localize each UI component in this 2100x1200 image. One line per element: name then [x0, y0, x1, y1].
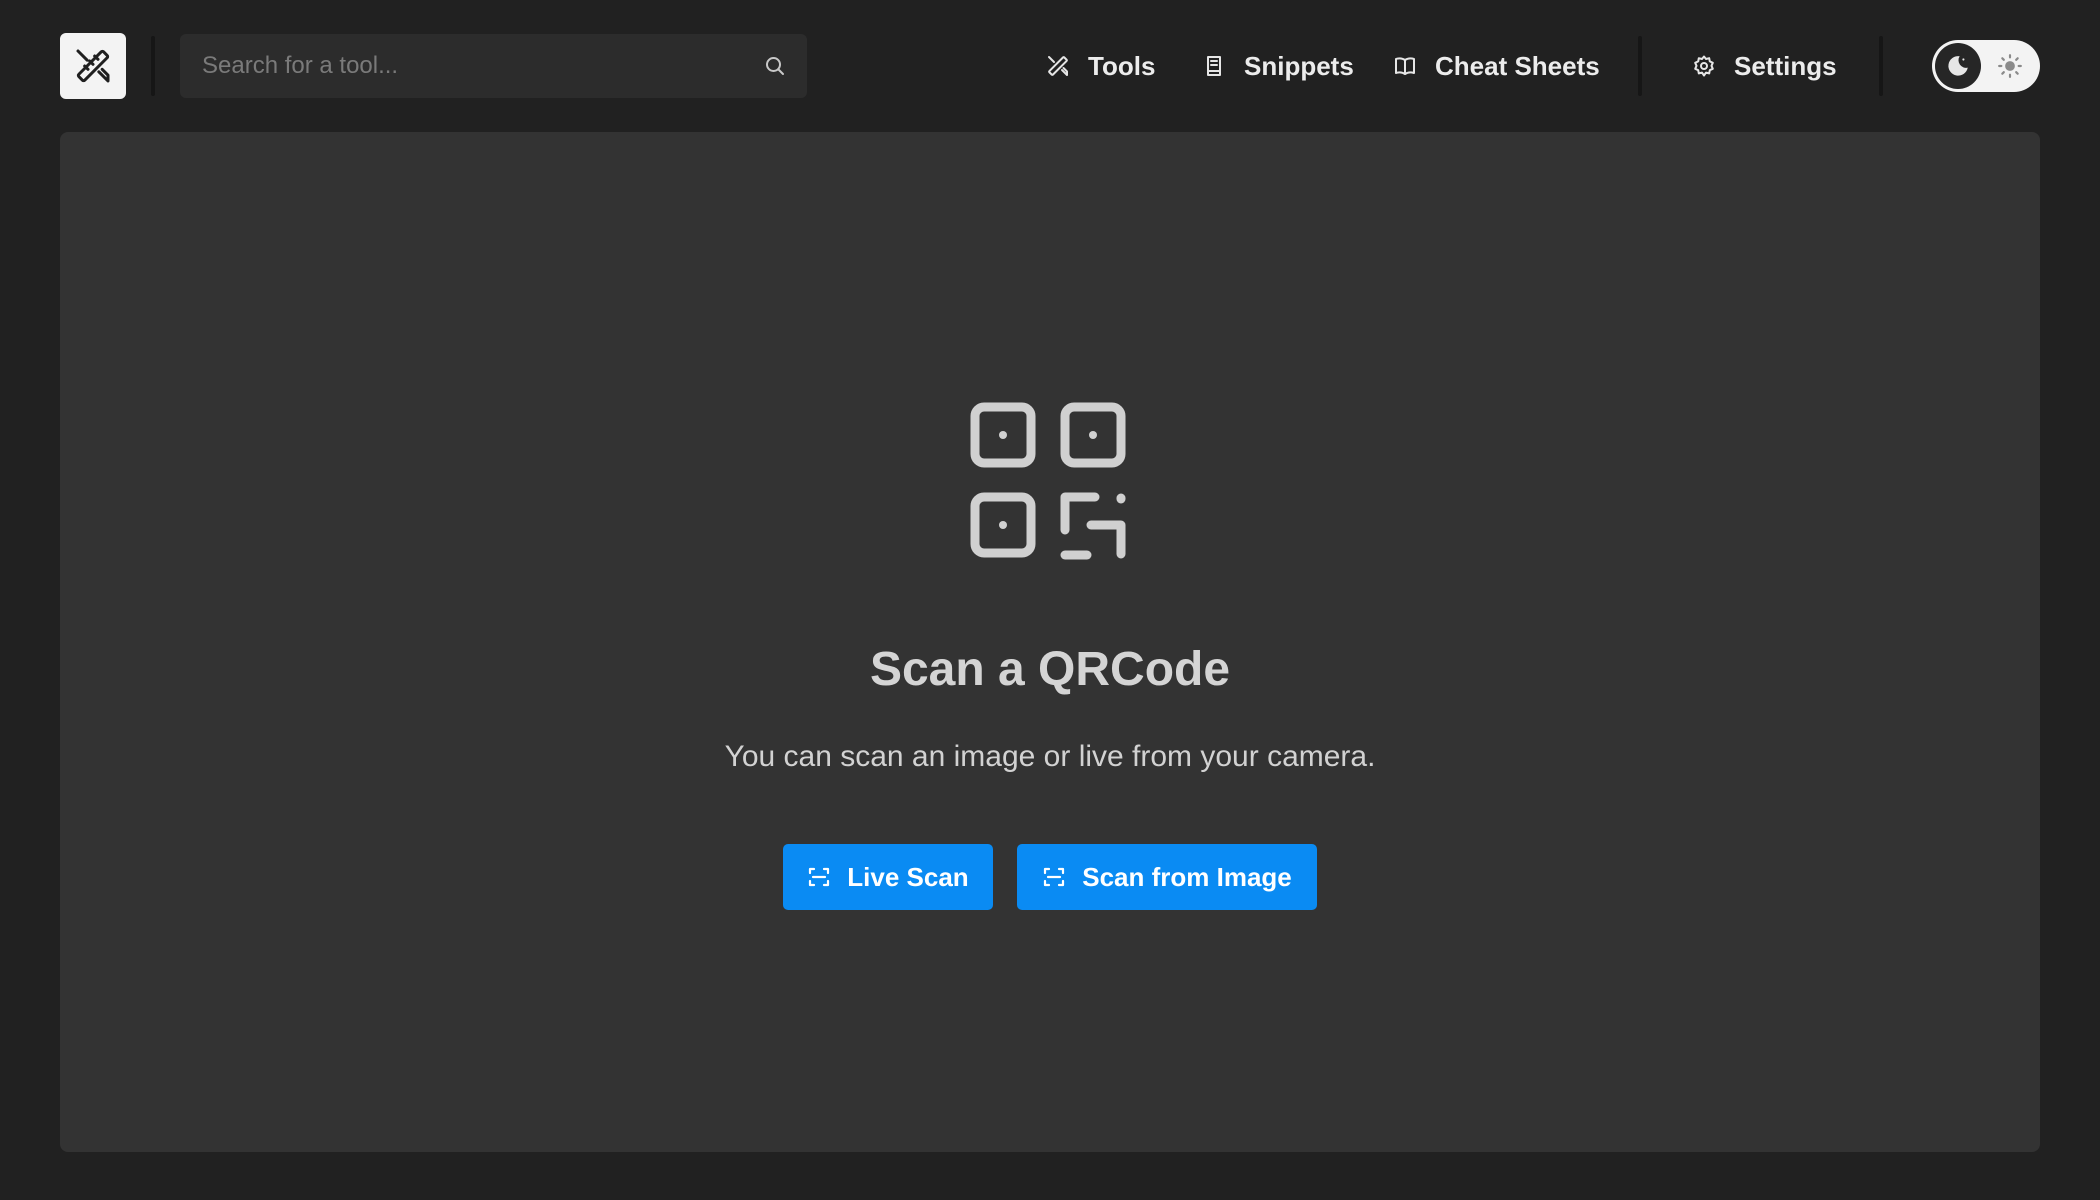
header-divider — [1879, 36, 1883, 96]
scan-icon — [807, 865, 831, 889]
theme-toggle[interactable] — [1932, 40, 2040, 92]
moon-icon — [1945, 53, 1971, 79]
open-book-icon — [1393, 54, 1417, 78]
scan-icon — [1042, 865, 1066, 889]
page-subtitle: You can scan an image or live from your … — [724, 740, 1376, 773]
scan-from-image-button[interactable]: Scan from Image — [1017, 844, 1317, 910]
nav-cheat-sheets[interactable]: Cheat Sheets — [1393, 40, 1600, 92]
nav-settings-label: Settings — [1734, 50, 1837, 81]
search-icon[interactable] — [763, 54, 787, 78]
nav-snippets-label: Snippets — [1244, 50, 1354, 81]
nav-cheat-sheets-label: Cheat Sheets — [1435, 50, 1600, 81]
header-divider — [151, 36, 155, 96]
live-scan-button[interactable]: Live Scan — [783, 844, 993, 910]
scan-from-image-label: Scan from Image — [1082, 861, 1292, 892]
tools-logo-icon — [73, 46, 113, 86]
live-scan-label: Live Scan — [847, 861, 969, 892]
theme-toggle-knob — [1935, 43, 1981, 89]
nav-settings[interactable]: Settings — [1692, 40, 1837, 92]
search-bar[interactable] — [180, 34, 807, 98]
book-icon — [1202, 54, 1226, 78]
sun-icon — [1996, 52, 2024, 80]
header-divider — [1638, 36, 1642, 96]
nav-snippets[interactable]: Snippets — [1202, 40, 1354, 92]
gear-icon — [1692, 54, 1716, 78]
nav-tools[interactable]: Tools — [1046, 40, 1155, 92]
nav-tools-label: Tools — [1088, 50, 1156, 81]
page-title: Scan a QRCode — [869, 643, 1231, 696]
search-input[interactable] — [200, 51, 763, 81]
tools-icon — [1046, 54, 1070, 78]
qrcode-icon — [970, 402, 1130, 562]
top-header: Tools Snippets Cheat Sheets — [0, 0, 2100, 132]
logo-button[interactable] — [60, 33, 126, 99]
